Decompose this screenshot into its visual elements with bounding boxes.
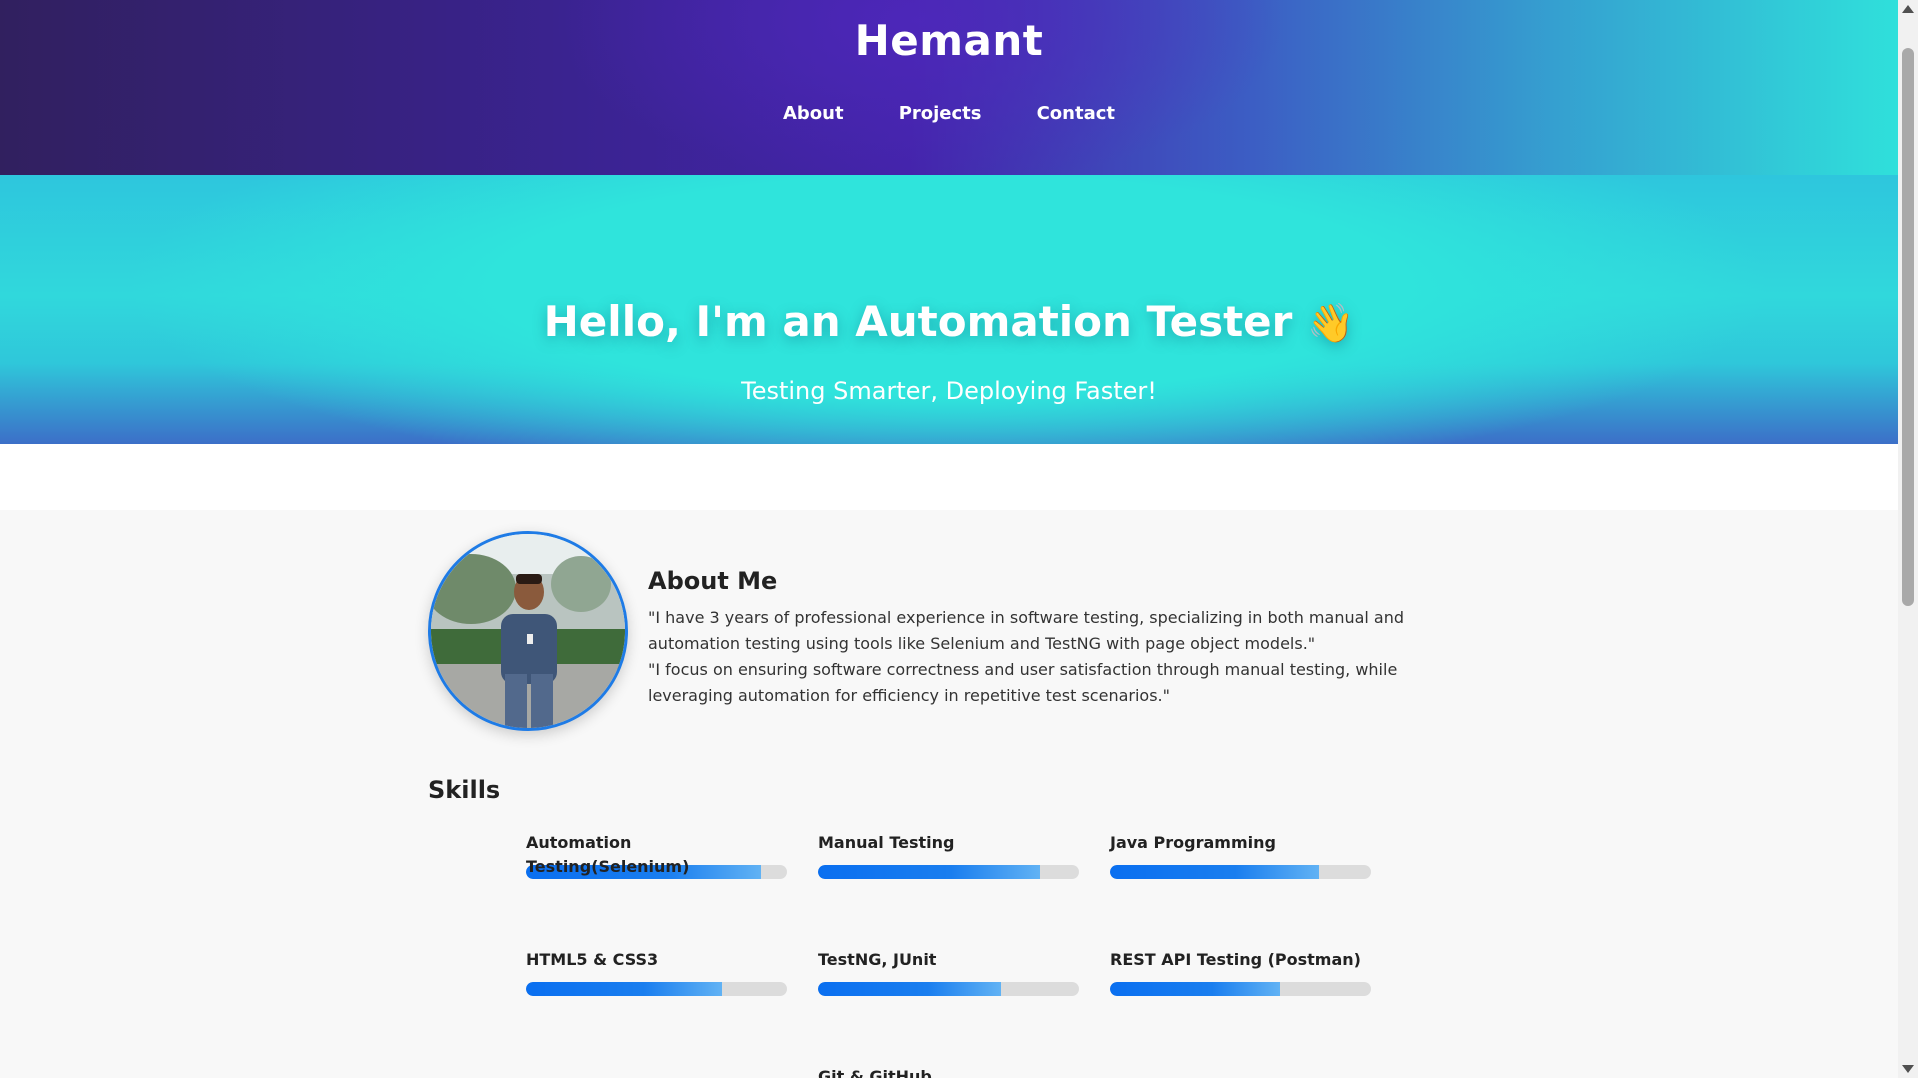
skill-name: Automation Testing(Selenium) — [526, 833, 690, 876]
skill-progress-track — [818, 982, 1079, 996]
nav-link-projects[interactable]: Projects — [899, 103, 982, 124]
skill-progress-fill — [1110, 865, 1319, 879]
skills-title: Skills — [428, 776, 501, 804]
site-header: Hemant About Projects Contact — [0, 0, 1898, 175]
skill-name: Manual Testing — [818, 833, 955, 852]
section-spacer — [0, 444, 1898, 510]
skill-item: TestNG, JUnit — [818, 948, 1079, 996]
skill-name: HTML5 & CSS3 — [526, 950, 659, 969]
skill-progress-track — [1110, 865, 1371, 879]
profile-photo — [428, 531, 628, 731]
about-paragraph-2: "I focus on ensuring software correctnes… — [648, 660, 1398, 705]
skill-item: Java Programming — [1110, 831, 1371, 879]
skill-progress-track — [818, 865, 1079, 879]
scrollbar-thumb[interactable] — [1902, 48, 1914, 606]
skill-name: Git & GitHub — [818, 1067, 932, 1078]
brand-title: Hemant — [854, 16, 1044, 65]
nav-link-about[interactable]: About — [783, 103, 844, 124]
about-section: About Me "I have 3 years of professional… — [428, 531, 1478, 731]
about-text: About Me "I have 3 years of professional… — [648, 567, 1478, 709]
about-paragraph-1: "I have 3 years of professional experien… — [648, 608, 1405, 653]
vertical-scrollbar[interactable] — [1898, 0, 1918, 1078]
nav-link-contact[interactable]: Contact — [1037, 103, 1115, 124]
skill-progress-fill — [1110, 982, 1280, 996]
hero-subtitle: Testing Smarter, Deploying Faster! — [741, 377, 1157, 405]
skill-item: Automation Testing(Selenium) — [526, 831, 787, 879]
waving-hand-icon: 👋 — [1307, 301, 1355, 345]
skill-name: REST API Testing (Postman) — [1110, 950, 1361, 969]
profile-photo-image — [431, 534, 625, 728]
skill-item: REST API Testing (Postman) — [1110, 948, 1371, 996]
hero-title-text: Hello, I'm an Automation Tester — [543, 297, 1293, 346]
skill-item: Manual Testing — [818, 831, 1079, 879]
hero-title: Hello, I'm an Automation Tester 👋 — [0, 297, 1898, 346]
skill-name: Java Programming — [1110, 833, 1276, 852]
skill-item: HTML5 & CSS3 — [526, 948, 787, 996]
skill-progress-track — [1110, 982, 1371, 996]
skill-name: TestNG, JUnit — [818, 950, 937, 969]
skill-progress-track — [526, 982, 787, 996]
about-title: About Me — [648, 567, 778, 595]
main-nav: About Projects Contact — [0, 103, 1898, 124]
page: Hemant About Projects Contact Hello, I'm… — [0, 0, 1898, 1078]
hero-section: Hello, I'm an Automation Tester 👋 Testin… — [0, 175, 1898, 444]
skill-progress-fill — [818, 865, 1040, 879]
skill-item: Git & GitHub — [818, 1065, 1079, 1078]
scroll-down-arrow-icon[interactable] — [1898, 1060, 1918, 1078]
scroll-up-arrow-icon[interactable] — [1898, 0, 1918, 18]
skill-progress-fill — [526, 982, 722, 996]
skill-progress-fill — [818, 982, 1001, 996]
